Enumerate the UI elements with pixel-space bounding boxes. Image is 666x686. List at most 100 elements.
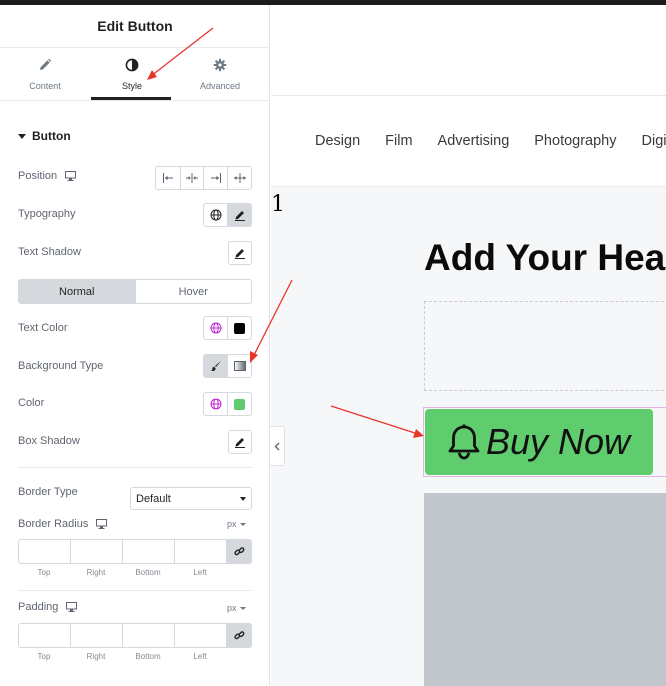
dim-top-label: Top xyxy=(37,568,51,577)
monitor-icon[interactable] xyxy=(96,519,108,529)
text-color-control xyxy=(203,316,252,340)
text-shadow-label: Text Shadow xyxy=(18,246,81,258)
nav-item-photography[interactable]: Photography xyxy=(534,133,616,149)
position-control xyxy=(155,166,252,190)
border-radius-right-input[interactable] xyxy=(70,539,122,564)
border-radius-top-input[interactable] xyxy=(18,539,70,564)
empty-widget-area[interactable] xyxy=(424,301,666,391)
bell-icon xyxy=(447,424,481,460)
edit-panel: Edit Button Content Style Advanced Butto… xyxy=(0,5,270,686)
edit-pencil-icon[interactable] xyxy=(227,204,251,226)
dim-bottom-label: Bottom xyxy=(135,652,161,661)
site-header: Design Film Advertising Photography Digi… xyxy=(271,5,666,186)
border-type-label: Border Type xyxy=(18,486,78,498)
nav-item-advertising[interactable]: Advertising xyxy=(438,133,510,149)
position-label: Position xyxy=(18,170,77,182)
background-color-swatch-button[interactable] xyxy=(227,393,251,415)
global-color-icon[interactable] xyxy=(204,317,227,339)
pencil-icon xyxy=(0,58,90,74)
globe-icon[interactable] xyxy=(204,204,227,226)
padding-unit-select[interactable]: px xyxy=(227,603,246,613)
dim-left-label: Left xyxy=(193,568,207,577)
dim-right-label: Right xyxy=(86,568,106,577)
chevron-down-icon xyxy=(239,606,246,610)
nav-item-design[interactable]: Design xyxy=(315,133,360,149)
buy-now-button[interactable]: Buy Now xyxy=(425,409,653,475)
border-radius-unit-select[interactable]: px xyxy=(227,519,246,529)
typography-control xyxy=(203,203,252,227)
buy-now-label: Buy Now xyxy=(486,421,631,462)
padding-inputs xyxy=(18,623,252,648)
image-placeholder[interactable] xyxy=(424,493,666,686)
section-button[interactable]: Button xyxy=(18,129,71,143)
border-radius-dimension-labels: Top Right Bottom Left xyxy=(18,568,226,577)
link-icon[interactable] xyxy=(226,623,252,648)
border-radius-label-text: Border Radius xyxy=(18,518,89,530)
gear-icon xyxy=(175,58,265,74)
brush-icon[interactable] xyxy=(204,355,228,377)
padding-top-input[interactable] xyxy=(18,623,70,648)
background-type-control xyxy=(203,354,252,378)
divider xyxy=(271,95,666,96)
link-icon[interactable] xyxy=(226,539,252,564)
state-hover-button[interactable]: Hover xyxy=(134,280,252,303)
padding-right-input[interactable] xyxy=(70,623,122,648)
text-color-label: Text Color xyxy=(18,322,68,334)
border-type-select[interactable]: Default xyxy=(130,487,252,510)
dim-right-label: Right xyxy=(86,652,106,661)
padding-left-input[interactable] xyxy=(174,623,226,648)
state-toggle: Normal Hover xyxy=(18,279,252,304)
tab-style-label: Style xyxy=(121,81,142,91)
border-radius-left-input[interactable] xyxy=(174,539,226,564)
nav-item-digital[interactable]: Digital xyxy=(642,133,666,149)
editor-window: Edit Button Content Style Advanced Butto… xyxy=(0,0,666,686)
border-type-value: Default xyxy=(136,492,171,505)
gradient-icon[interactable] xyxy=(227,355,251,377)
divider xyxy=(18,590,252,591)
divider xyxy=(18,467,252,468)
caret-down-icon xyxy=(18,133,26,139)
tab-content-label: Content xyxy=(29,81,61,91)
stray-text: 1 xyxy=(271,192,285,217)
border-radius-bottom-input[interactable] xyxy=(122,539,174,564)
divider xyxy=(271,186,666,187)
tab-advanced-label: Advanced xyxy=(199,81,241,91)
color-control xyxy=(203,392,252,416)
collapse-panel-button[interactable] xyxy=(270,426,285,466)
tab-advanced[interactable]: Advanced xyxy=(175,48,265,100)
padding-dimension-labels: Top Right Bottom Left xyxy=(18,652,226,661)
unit-label: px xyxy=(227,519,237,529)
chevron-left-icon xyxy=(274,442,280,451)
background-color-swatch xyxy=(234,398,246,410)
tab-style[interactable]: Style xyxy=(87,48,177,100)
chevron-down-icon xyxy=(239,522,246,526)
padding-label: Padding xyxy=(18,601,78,613)
page-heading[interactable]: Add Your Heading xyxy=(424,237,666,279)
text-color-swatch-button[interactable] xyxy=(227,317,251,339)
border-radius-label: Border Radius xyxy=(18,518,108,530)
border-radius-inputs xyxy=(18,539,252,564)
global-color-icon[interactable] xyxy=(204,393,227,415)
edit-pencil-icon xyxy=(234,436,246,448)
panel-tabs: Content Style Advanced xyxy=(0,48,270,100)
box-shadow-label: Box Shadow xyxy=(18,435,80,447)
align-center-button[interactable] xyxy=(179,167,204,189)
edit-pencil-icon xyxy=(234,247,246,259)
text-color-swatch xyxy=(234,322,246,334)
monitor-icon[interactable] xyxy=(66,602,78,612)
tab-content[interactable]: Content xyxy=(0,48,90,100)
box-shadow-edit-button[interactable] xyxy=(228,430,252,454)
state-normal-button[interactable]: Normal xyxy=(19,280,135,303)
monitor-icon[interactable] xyxy=(65,171,77,181)
background-type-label: Background Type xyxy=(18,360,104,372)
typography-label: Typography xyxy=(18,208,76,220)
padding-bottom-input[interactable] xyxy=(122,623,174,648)
align-end-button[interactable] xyxy=(203,167,227,189)
dim-top-label: Top xyxy=(37,652,51,661)
align-start-button[interactable] xyxy=(156,167,180,189)
nav-item-film[interactable]: Film xyxy=(385,133,412,149)
align-stretch-button[interactable] xyxy=(227,167,251,189)
contrast-icon xyxy=(87,58,177,74)
dim-bottom-label: Bottom xyxy=(135,568,161,577)
text-shadow-edit-button[interactable] xyxy=(228,241,252,265)
